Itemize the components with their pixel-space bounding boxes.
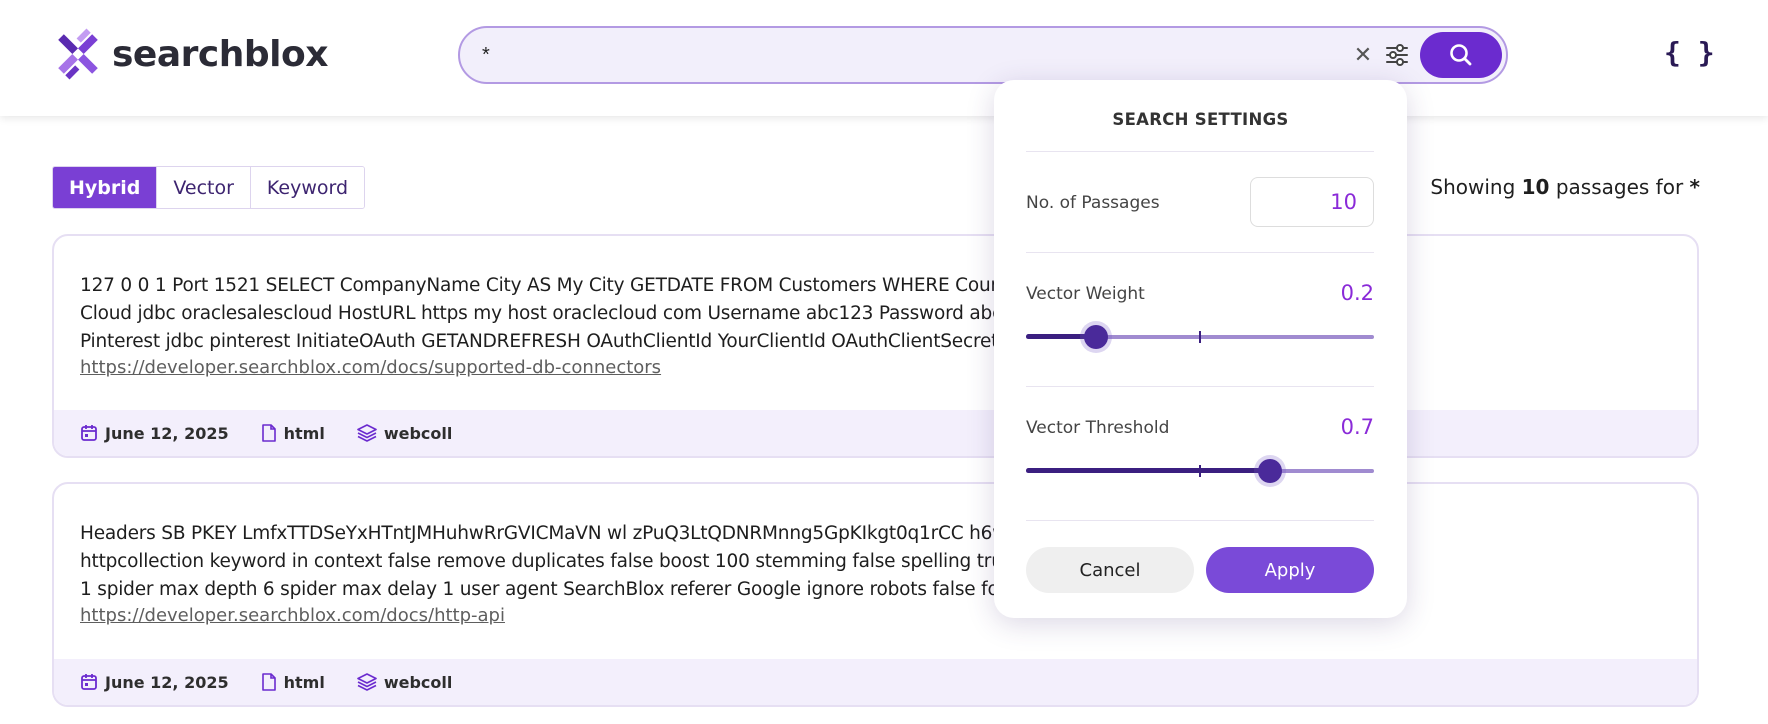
result-collection: webcoll [357, 424, 452, 443]
result-snippet-line: 127 0 0 1 Port 1521 SELECT CompanyName C… [80, 275, 1335, 296]
calendar-icon [81, 674, 97, 690]
vector-weight-label: Vector Weight [1026, 284, 1145, 304]
result-url-link[interactable]: https://developer.searchblox.com/docs/ht… [80, 605, 1671, 626]
file-icon [261, 673, 276, 691]
result-meta-bar: June 12, 2025 html webcoll [54, 659, 1697, 705]
top-header: searchblox ✕ { } [0, 0, 1768, 116]
result-snippet-line: Cloud jdbc oraclesalescloud HostURL http… [80, 303, 1299, 324]
results-query: * [1689, 175, 1700, 199]
layers-icon [357, 424, 377, 442]
vector-threshold-slider[interactable] [1026, 459, 1374, 483]
divider [1026, 151, 1374, 152]
result-date: June 12, 2025 [80, 673, 229, 692]
result-snippet-line: Pinterest jdbc pinterest InitiateOAuth G… [80, 331, 1177, 352]
search-mode-tabs: Hybrid Vector Keyword [52, 166, 366, 209]
search-button[interactable] [1420, 32, 1502, 78]
slider-fill [1026, 468, 1270, 473]
tab-hybrid[interactable]: Hybrid [53, 167, 158, 208]
results-count: 10 [1521, 175, 1550, 199]
slider-thumb[interactable] [1257, 459, 1282, 483]
passages-label: No. of Passages [1026, 193, 1160, 213]
search-input[interactable] [482, 40, 1342, 70]
brand-name: searchblox [112, 33, 328, 75]
divider [1026, 386, 1374, 387]
results-summary: Showing 10 passages for * [1430, 175, 1700, 199]
divider [1026, 520, 1374, 521]
result-snippet-line: Headers SB PKEY LmfxTTDSeYxHTntJMHuhwRrG… [80, 523, 1344, 544]
close-icon[interactable]: ✕ [1350, 42, 1376, 68]
divider [1026, 252, 1374, 253]
cancel-button[interactable]: Cancel [1026, 547, 1194, 593]
searchblox-logo-icon [58, 28, 98, 80]
search-bar: ✕ [458, 26, 1508, 84]
result-collection: webcoll [357, 673, 452, 692]
calendar-icon [81, 425, 97, 441]
slider-midpoint-tick [1199, 465, 1201, 477]
result-type: html [261, 424, 325, 443]
result-snippet-line: httpcollection keyword in context false … [80, 551, 1376, 572]
searchblox-logo[interactable]: searchblox [52, 28, 328, 80]
settings-title: SEARCH SETTINGS [1112, 110, 1289, 129]
tab-vector[interactable]: Vector [157, 167, 251, 208]
result-snippet-line: 1 spider max depth 6 spider max delay 1 … [80, 579, 1102, 600]
passages-input[interactable] [1250, 177, 1374, 227]
vector-threshold-value: 0.7 [1340, 415, 1374, 439]
result-type: html [261, 673, 325, 692]
tab-keyword[interactable]: Keyword [250, 167, 365, 208]
result-meta-bar: June 12, 2025 html webcoll [54, 410, 1697, 456]
slider-midpoint-tick [1199, 331, 1201, 343]
result-card: Headers SB PKEY LmfxTTDSeYxHTntJMHuhwRrG… [52, 482, 1699, 707]
search-settings-popover: SEARCH SETTINGS No. of Passages Vector W… [994, 80, 1407, 618]
slider-thumb[interactable] [1083, 325, 1108, 349]
file-icon [261, 424, 276, 442]
layers-icon [357, 673, 377, 691]
sliders-icon[interactable] [1382, 40, 1412, 70]
vector-weight-value: 0.2 [1340, 281, 1374, 305]
result-url-link[interactable]: https://developer.searchblox.com/docs/su… [80, 357, 1671, 378]
apply-button[interactable]: Apply [1206, 547, 1374, 593]
result-card: 127 0 0 1 Port 1521 SELECT CompanyName C… [52, 234, 1699, 458]
result-date: June 12, 2025 [80, 424, 229, 443]
json-view-toggle[interactable]: { } [1664, 36, 1715, 69]
vector-threshold-label: Vector Threshold [1026, 418, 1170, 438]
search-icon [1450, 44, 1472, 66]
vector-weight-slider[interactable] [1026, 325, 1374, 349]
